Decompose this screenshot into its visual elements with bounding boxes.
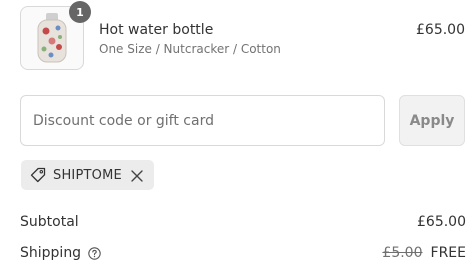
help-icon[interactable] — [88, 246, 101, 260]
subtotal-row: Subtotal £65.00 — [20, 214, 466, 234]
shipping-label: Shipping — [20, 245, 82, 261]
tag-icon — [29, 166, 47, 184]
apply-discount-button[interactable]: Apply — [399, 95, 465, 146]
subtotal-label: Subtotal — [20, 214, 79, 230]
hot-water-bottle-icon — [37, 13, 67, 63]
product-variant: One Size / Nutcracker / Cotton — [99, 42, 281, 56]
discount-code-label: SHIPTOME — [53, 167, 122, 183]
shipping-row: Shipping £5.00 FREE — [20, 245, 466, 265]
shipping-original-price: £5.00 — [382, 245, 423, 261]
shipping-value-group: £5.00 FREE — [382, 245, 466, 261]
subtotal-value: £65.00 — [417, 214, 466, 230]
shipping-price: FREE — [430, 245, 466, 261]
quantity-badge: 1 — [69, 1, 91, 23]
applied-discount-tag: SHIPTOME — [21, 160, 154, 190]
cart-line-item: 1 Hot water bottle One Size / Nutcracker… — [20, 1, 471, 72]
close-icon[interactable] — [130, 168, 144, 182]
product-title: Hot water bottle — [99, 22, 214, 38]
shipping-label-group: Shipping — [20, 245, 101, 261]
product-price: £65.00 — [416, 22, 465, 38]
discount-code-input[interactable] — [20, 95, 385, 146]
